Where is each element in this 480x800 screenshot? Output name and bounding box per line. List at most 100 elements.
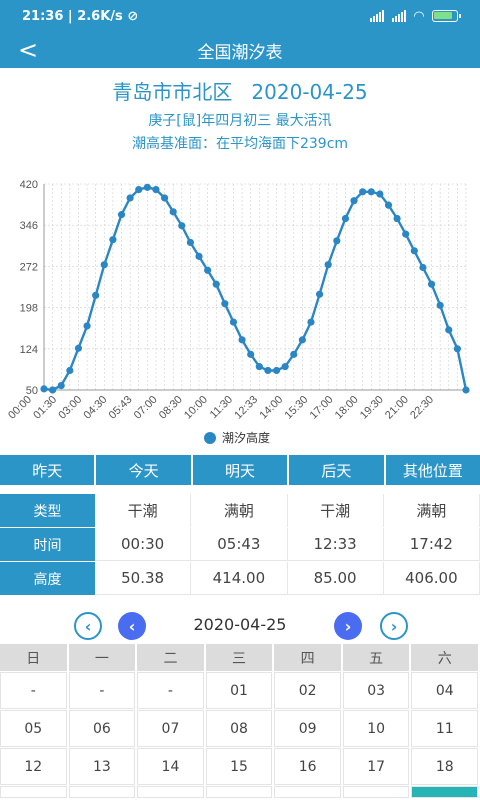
x-tick-label: 00:00 [6,394,34,422]
calendar-day[interactable] [274,786,341,798]
x-tick-label: 14:00 [257,394,285,422]
data-point [204,266,212,274]
data-point [290,350,298,358]
height-cell: 50.38 [95,562,192,595]
calendar-day[interactable]: 01 [205,672,273,709]
height-cell: 406.00 [383,562,480,595]
data-point [143,183,151,191]
data-point [169,208,177,216]
calendar-week-partial [0,786,480,798]
prev-day-icon[interactable]: ‹ [118,612,146,640]
data-point [247,350,255,358]
current-date: 2020-04-25 [193,615,287,634]
tab-yesterday[interactable]: 昨天 [0,455,95,485]
sync-off-icon: ⊘ [127,8,139,24]
app-bar: < 全国潮汐表 [0,32,480,68]
calendar-day[interactable]: 03 [342,672,410,709]
calendar-day[interactable]: 17 [342,748,410,785]
location-name: 青岛市市北区 [112,80,233,104]
weekday-sun: 日 [0,644,67,671]
x-tick-label: 03:00 [56,394,84,422]
calendar-day[interactable] [0,786,67,798]
data-point [453,345,461,353]
x-tick-label: 15:30 [283,394,311,422]
calendar-day[interactable]: 13 [68,748,136,785]
data-point [83,322,91,330]
date-navigation: ‹ ‹ 2020-04-25 › › [0,612,480,640]
calendar-day[interactable] [342,786,410,798]
calendar-day[interactable]: 06 [68,710,136,747]
x-tick-label: 07:00 [132,394,160,422]
data-point [221,300,229,308]
calendar-day[interactable]: 07 [137,710,204,747]
calendar-day[interactable]: 05 [0,710,67,747]
data-point [264,366,272,375]
tab-day-after[interactable]: 后天 [289,455,384,485]
x-tick-label: 18:00 [333,394,361,422]
data-point [427,280,436,288]
time-cell: 17:42 [383,528,480,561]
calendar-day[interactable]: 08 [205,710,273,747]
battery-icon [432,10,461,22]
data-point [238,336,246,344]
wifi-icon: ◠ [414,8,424,24]
calendar-day[interactable]: 16 [274,748,341,785]
calendar-day[interactable]: 04 [411,672,479,709]
signal-hd-icon [392,10,406,22]
calendar-day[interactable] [205,786,273,798]
calendar-day[interactable] [137,786,204,798]
next-day-icon[interactable]: › [334,612,362,640]
calendar-week: - - - 01 02 03 04 [0,672,480,709]
calendar-day: - [68,672,136,709]
lunar-info: 庚子[鼠]年四月初三 最大活汛 [148,113,332,129]
next-month-icon[interactable]: › [380,612,408,640]
x-tick-label: 04:30 [82,394,110,422]
weekday-wed: 三 [205,644,273,671]
table-row: 时间 00:30 05:43 12:33 17:42 [0,528,480,561]
prev-month-icon[interactable]: ‹ [74,612,102,640]
data-point [109,236,117,244]
type-cell: 满朝 [191,494,288,527]
status-right: ◠ [370,8,461,24]
type-cell: 满朝 [384,494,480,527]
data-point [40,385,48,393]
calendar-day[interactable]: 15 [205,748,273,785]
back-arrow-icon[interactable]: < [18,36,38,64]
calendar-day[interactable]: 10 [342,710,410,747]
data-point [152,185,160,194]
calendar-day[interactable]: 11 [411,710,479,747]
tab-other-location[interactable]: 其他位置 [385,455,480,485]
y-tick-label: 346 [20,220,38,232]
data-point [117,211,126,219]
tide-datum: 潮高基准面：在平均海面下239cm [131,136,349,152]
data-point [66,366,74,375]
x-tick-label: 19:30 [358,394,386,422]
data-point [333,237,341,245]
data-point [298,336,306,344]
height-label: 高度 [0,562,95,595]
table-row: 高度 50.38 414.00 85.00 406.00 [0,562,480,595]
weekday-thu: 四 [274,644,341,671]
x-tick-label: 10:00 [182,394,210,422]
calendar-day[interactable]: 12 [0,748,67,785]
day-tabs: 昨天 今天 明天 后天 其他位置 [0,455,480,485]
type-label: 类型 [0,494,95,527]
x-tick-label: 17:00 [308,394,336,422]
calendar-day[interactable] [68,786,136,798]
calendar-day[interactable]: 18 [411,748,479,785]
height-cell: 414.00 [191,562,288,595]
calendar-day[interactable]: 02 [274,672,341,709]
data-point [178,222,186,230]
weekday-fri: 五 [342,644,410,671]
time-cell: 05:43 [191,528,288,561]
calendar-day[interactable]: 09 [274,710,341,747]
calendar-day[interactable]: 14 [137,748,204,785]
status-bar: 21:36 | 2.6K/s ⊘ ◠ [0,0,480,32]
type-cell: 干潮 [95,494,192,527]
tab-tomorrow[interactable]: 明天 [192,455,288,485]
data-point [100,261,108,269]
calendar-day-selected[interactable] [411,786,479,798]
data-point [135,185,143,194]
tab-today[interactable]: 今天 [96,455,191,485]
y-tick-label: 198 [20,303,38,315]
